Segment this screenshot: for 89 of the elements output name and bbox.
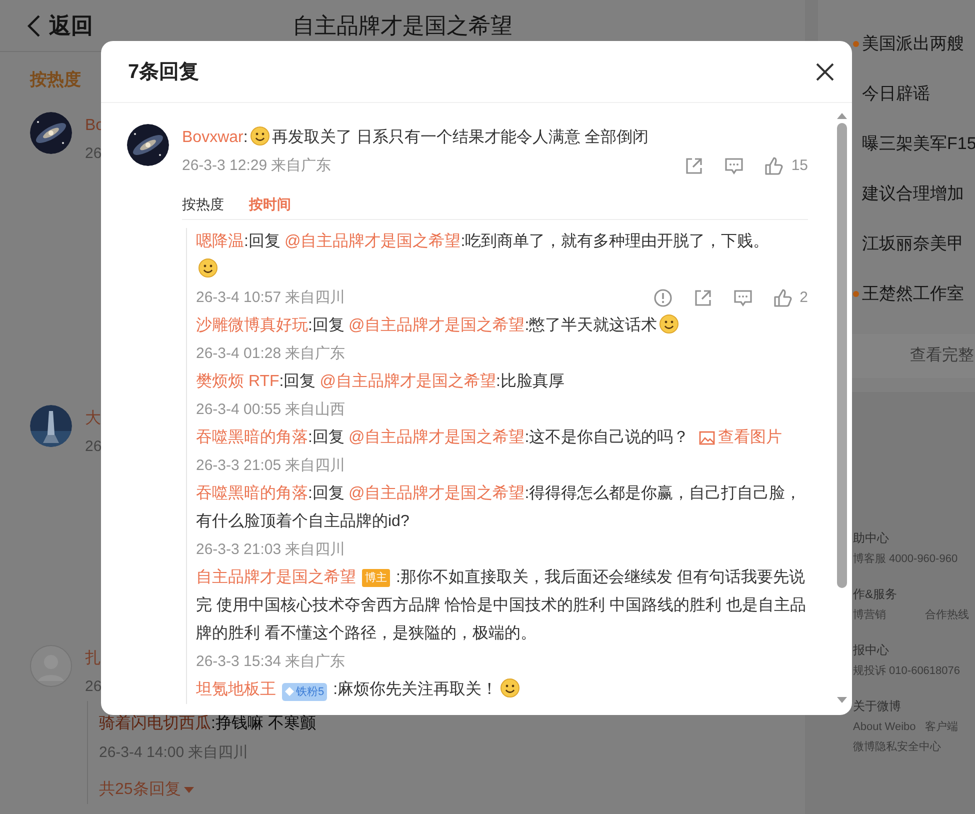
user-name[interactable]: 大 <box>85 410 101 427</box>
user-link[interactable]: 沙雕微博真好玩 <box>196 317 308 334</box>
comment-button[interactable] <box>724 156 744 176</box>
user-link[interactable]: 自主品牌才是国之希望 <box>196 569 356 586</box>
comment-date: 26-3-3 12:29 来自广东 <box>182 156 332 176</box>
trending-link[interactable]: 今日辟谣 <box>862 81 930 107</box>
reply-date: 26-3-3 21:05 来自四川 <box>196 456 346 476</box>
smiley-icon <box>500 678 520 698</box>
dialog-title: 7条回复 <box>128 60 200 84</box>
comment-date: 26 <box>85 145 102 162</box>
fan-badge: 铁粉5 <box>282 682 328 700</box>
scroll-up-icon[interactable] <box>837 113 847 119</box>
user-link[interactable]: 坦氪地板王 <box>196 681 276 698</box>
image-icon <box>699 431 716 445</box>
reply-text: 吞噬黑暗的角落:回复 @自主品牌才是国之希望:这不是你自己说的吗？ 查看图片 <box>196 424 808 452</box>
diamond-icon <box>285 687 294 696</box>
footer-heading: 助中心 <box>853 531 889 545</box>
thumbs-up-icon <box>772 288 793 308</box>
user-link[interactable]: 吞噬黑暗的角落 <box>196 485 308 502</box>
share-button[interactable] <box>692 288 713 308</box>
reply-date: 26-3-4 00:55 来自山西 <box>196 400 346 420</box>
share-icon <box>684 156 704 176</box>
trending-link[interactable]: 王楚然工作室 <box>862 281 964 307</box>
smiley-icon <box>659 314 680 334</box>
reply-text: 骑着闪电切西瓜:挣钱嘛 不寒颤 <box>99 715 316 732</box>
footer-link[interactable]: 客户端 <box>925 717 958 737</box>
author-badge: 博主 <box>362 569 390 587</box>
comment-button[interactable] <box>732 288 753 308</box>
page-title: 自主品牌才是国之希望 <box>292 12 512 40</box>
footer-link[interactable]: 微博隐私安全中心 <box>853 737 941 757</box>
scroll-thumb[interactable] <box>837 123 847 588</box>
reply-date: 26-3-4 01:28 来自广东 <box>196 344 346 364</box>
avatar-icon <box>30 645 72 687</box>
close-icon <box>816 62 834 80</box>
trending-link[interactable]: 建议合理增加 <box>862 181 964 207</box>
footer-link[interactable]: 规投诉 010-60618076 <box>853 661 960 681</box>
exclamation-icon <box>652 288 673 308</box>
reply-text: 樊烦烦 RTF:回复 @自主品牌才是国之希望:比脸真厚 <box>196 372 566 392</box>
sort-tab[interactable]: 按时间 <box>249 194 291 215</box>
mention-link[interactable]: @自主品牌才是国之希望 <box>348 429 525 446</box>
user-link[interactable]: 吞噬黑暗的角落 <box>196 429 308 446</box>
reply-text: 自主品牌才是国之希望 博主 :那你不如直接取关，我后面还会继续发 但有句话我要先说完 使用中国核心技术夺舍西方品牌 恰恰是中国技术的胜利 中国路线的胜利 也是自主品牌的胜利 看不懂这个路径，是狭隘的，极端的。 <box>196 568 807 644</box>
report-button[interactable] <box>652 288 673 308</box>
user-link[interactable]: Bovxwar <box>182 129 244 146</box>
comment-text: Bovxwar: 再发取关了 日系只有一个结果才能令人满意 全部倒闭 <box>182 129 649 146</box>
footer-heading: 报中心 <box>853 643 889 657</box>
footer-heading: 关于微博 <box>853 699 901 713</box>
comment-icon <box>724 156 744 176</box>
thumbs-up-icon <box>764 156 784 176</box>
like-button[interactable]: 15 <box>764 154 808 178</box>
sort-label: 按热度 <box>30 70 81 89</box>
footer-link[interactable]: 合作热线 <box>925 605 969 625</box>
like-button[interactable]: 2 <box>772 286 808 310</box>
footer-link[interactable]: About Weibo <box>853 717 925 737</box>
smiley-icon <box>250 126 270 146</box>
footer-heading: 作&服务 <box>853 587 898 601</box>
reply-text: 沙雕微博真好玩:回复 @自主品牌才是国之希望:憋了半天就这话术 <box>196 312 808 340</box>
reply-text: 嗯降温:回复 @自主品牌才是国之希望:吃到商单了，就有多种理由开脱了，下贱。 <box>196 228 808 284</box>
reply-text: 坦氪地板王 铁粉5 :麻烦你先关注再取关！ <box>196 676 808 704</box>
trending-link[interactable]: 美国派出两艘 <box>862 31 964 57</box>
back-button[interactable]: 返回 <box>27 9 93 42</box>
smiley-icon <box>198 258 218 278</box>
mention-link[interactable]: @自主品牌才是国之希望 <box>320 373 496 390</box>
mention-link[interactable]: @自主品牌才是国之希望 <box>284 233 461 250</box>
trending-link[interactable]: 江坂丽奈美甲 <box>862 231 964 257</box>
user-link[interactable]: 骑着闪电切西瓜 <box>99 715 211 732</box>
share-button[interactable] <box>684 156 704 176</box>
reply-text: 吞噬黑暗的角落:回复 @自主品牌才是国之希望:得得得怎么都是你赢，自己打自己脸，有什么脸顶着个自主品牌的id? <box>196 484 802 532</box>
comment-icon <box>732 288 753 308</box>
footer-link[interactable]: 博营销 <box>853 605 925 625</box>
user-name[interactable]: 扎 <box>85 650 101 667</box>
footer-link[interactable]: 博客服 4000-960-960 <box>853 549 958 569</box>
mention-link[interactable]: @自主品牌才是国之希望 <box>348 317 525 334</box>
share-icon <box>692 288 713 308</box>
caret-down-icon <box>184 786 194 794</box>
reply-date: 26-3-4 10:57 来自四川 <box>196 288 346 308</box>
reply-date: 26-3-3 21:03 来自四川 <box>196 540 346 560</box>
reply-date: 26-3-3 15:34 来自广东 <box>196 652 346 672</box>
more-replies-link[interactable]: 共25条回复 <box>99 776 194 804</box>
sort-tab[interactable]: 按热度 <box>182 194 224 215</box>
reply-date: 26-3-4 14:00 来自四川 <box>99 744 248 761</box>
mention-link[interactable]: @自主品牌才是国之希望 <box>348 485 525 502</box>
scroll-down-icon[interactable] <box>837 697 847 703</box>
comment-date: 26 <box>85 438 102 455</box>
view-image-link[interactable]: 查看图片 <box>699 424 782 452</box>
user-link[interactable]: 嗯降温 <box>196 233 244 250</box>
comment-date: 26 <box>85 678 102 695</box>
chevron-left-icon <box>27 14 41 38</box>
user-link[interactable]: 樊烦烦 RTF <box>196 373 280 390</box>
